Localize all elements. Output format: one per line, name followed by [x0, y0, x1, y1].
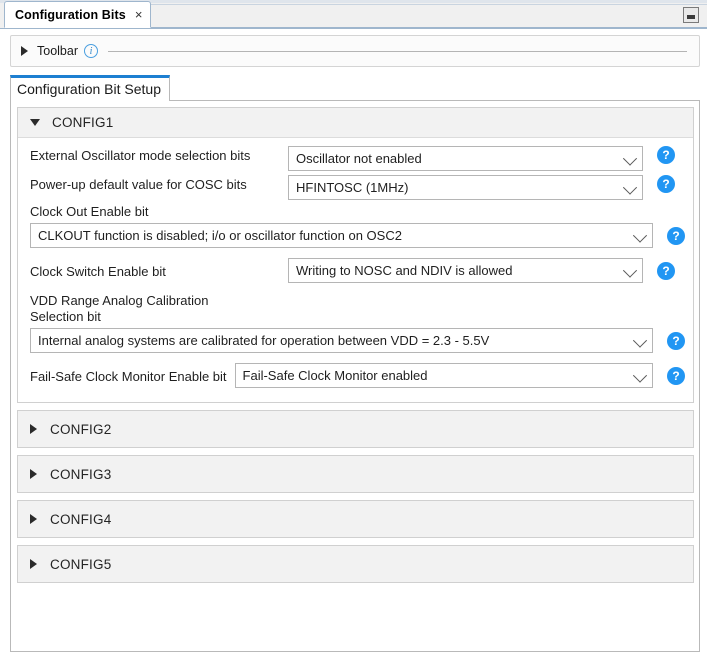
tab-bar-filler [151, 4, 707, 28]
section-title-config4: CONFIG4 [50, 511, 112, 527]
toolbar-strip: Toolbar i [10, 35, 700, 67]
help-icon[interactable]: ? [657, 261, 675, 280]
dropdown-value: Oscillator not enabled [296, 151, 422, 166]
triangle-right-icon [30, 469, 37, 479]
section-config4: CONFIG4 [17, 500, 694, 538]
tab-configuration-bit-setup-label: Configuration Bit Setup [17, 81, 161, 97]
chevron-down-icon [632, 228, 648, 243]
config-row-vdd-range-analog-calibration: VDD Range Analog Calibration Selection b… [30, 293, 685, 353]
section-config1: CONFIG1 External Oscillator mode selecti… [17, 107, 694, 403]
dropdown-value: Internal analog systems are calibrated f… [38, 333, 490, 348]
help-icon[interactable]: ? [667, 331, 685, 350]
close-icon[interactable]: × [135, 8, 143, 21]
chevron-down-icon [632, 368, 648, 383]
minimize-icon[interactable] [683, 7, 699, 23]
dropdown-value: Writing to NOSC and NDIV is allowed [296, 263, 513, 278]
document-tab-bar: Configuration Bits × [0, 0, 707, 29]
chevron-down-icon [632, 333, 648, 348]
help-icon[interactable]: ? [657, 146, 675, 164]
section-config2: CONFIG2 [17, 410, 694, 448]
tab-configuration-bit-setup[interactable]: Configuration Bit Setup [10, 75, 170, 101]
configuration-bit-setup-panel: CONFIG1 External Oscillator mode selecti… [10, 101, 700, 652]
toolbar-expand-triangle-right-icon[interactable] [21, 46, 28, 56]
chevron-down-icon [622, 180, 638, 195]
config-row-label: Power-up default value for COSC bits [30, 177, 247, 192]
config-row-label: Fail-Safe Clock Monitor Enable bit [30, 368, 227, 384]
config-row-control: CLKOUT function is disabled; i/o or osci… [30, 223, 685, 248]
section-header-config3[interactable]: CONFIG3 [18, 456, 693, 492]
config-row-label: Clock Out Enable bit [30, 204, 149, 219]
dropdown-vdd-range-analog-calibration[interactable]: Internal analog systems are calibrated f… [30, 328, 653, 353]
triangle-right-icon [30, 424, 37, 434]
section-config5: CONFIG5 [17, 545, 694, 583]
dropdown-clock-out-enable[interactable]: CLKOUT function is disabled; i/o or osci… [30, 223, 653, 248]
dropdown-fail-safe-clock-monitor[interactable]: Fail-Safe Clock Monitor enabled [234, 363, 653, 388]
document-tab-configuration-bits[interactable]: Configuration Bits × [4, 1, 152, 28]
dropdown-value: CLKOUT function is disabled; i/o or osci… [38, 228, 402, 243]
section-title-config1: CONFIG1 [52, 115, 114, 130]
triangle-down-icon [30, 119, 40, 126]
section-header-config2[interactable]: CONFIG2 [18, 411, 693, 447]
dropdown-value: HFINTOSC (1MHz) [296, 180, 409, 195]
toolbar-divider [108, 50, 687, 52]
dropdown-clock-switch-enable[interactable]: Writing to NOSC and NDIV is allowed [288, 258, 643, 283]
config-row-label: External Oscillator mode selection bits [30, 148, 251, 163]
toolbar-label: Toolbar [37, 44, 78, 58]
document-tab-label: Configuration Bits [15, 7, 126, 22]
section-header-config1[interactable]: CONFIG1 [18, 108, 693, 138]
info-icon[interactable]: i [84, 44, 98, 58]
section-title-config5: CONFIG5 [50, 556, 112, 572]
section-header-config4[interactable]: CONFIG4 [18, 501, 693, 537]
section-header-config5[interactable]: CONFIG5 [18, 546, 693, 582]
inner-tab-bar: Configuration Bit Setup [10, 75, 700, 101]
section-title-config3: CONFIG3 [50, 466, 112, 482]
chevron-down-icon [622, 263, 638, 278]
dropdown-value: Fail-Safe Clock Monitor enabled [242, 368, 428, 383]
help-icon[interactable]: ? [667, 366, 685, 385]
section-config3: CONFIG3 [17, 455, 694, 493]
help-icon[interactable]: ? [657, 175, 675, 193]
config-row-label: VDD Range Analog Calibration Selection b… [30, 293, 209, 324]
config-row-label: Clock Switch Enable bit [30, 263, 166, 279]
dropdown-external-oscillator-mode[interactable]: Oscillator not enabled [288, 146, 643, 171]
triangle-right-icon [30, 514, 37, 524]
config-row-control: Internal analog systems are calibrated f… [30, 328, 685, 353]
config-row-external-oscillator-mode: External Oscillator mode selection bits … [30, 146, 685, 171]
config-row-fail-safe-clock-monitor: Fail-Safe Clock Monitor Enable bit Fail-… [30, 363, 685, 388]
configuration-bits-window: Configuration Bits × Toolbar i Configura… [0, 0, 707, 657]
config-row-power-up-default-cosc: Power-up default value for COSC bits HFI… [30, 175, 685, 200]
help-icon[interactable]: ? [667, 226, 685, 245]
triangle-right-icon [30, 559, 37, 569]
config-row-clock-out-enable: Clock Out Enable bit CLKOUT function is … [30, 204, 685, 248]
chevron-down-icon [622, 151, 638, 166]
config-row-clock-switch-enable: Clock Switch Enable bit Writing to NOSC … [30, 258, 685, 283]
section-title-config2: CONFIG2 [50, 421, 112, 437]
dropdown-power-up-default-cosc[interactable]: HFINTOSC (1MHz) [288, 175, 643, 200]
section-body-config1: External Oscillator mode selection bits … [18, 138, 693, 402]
